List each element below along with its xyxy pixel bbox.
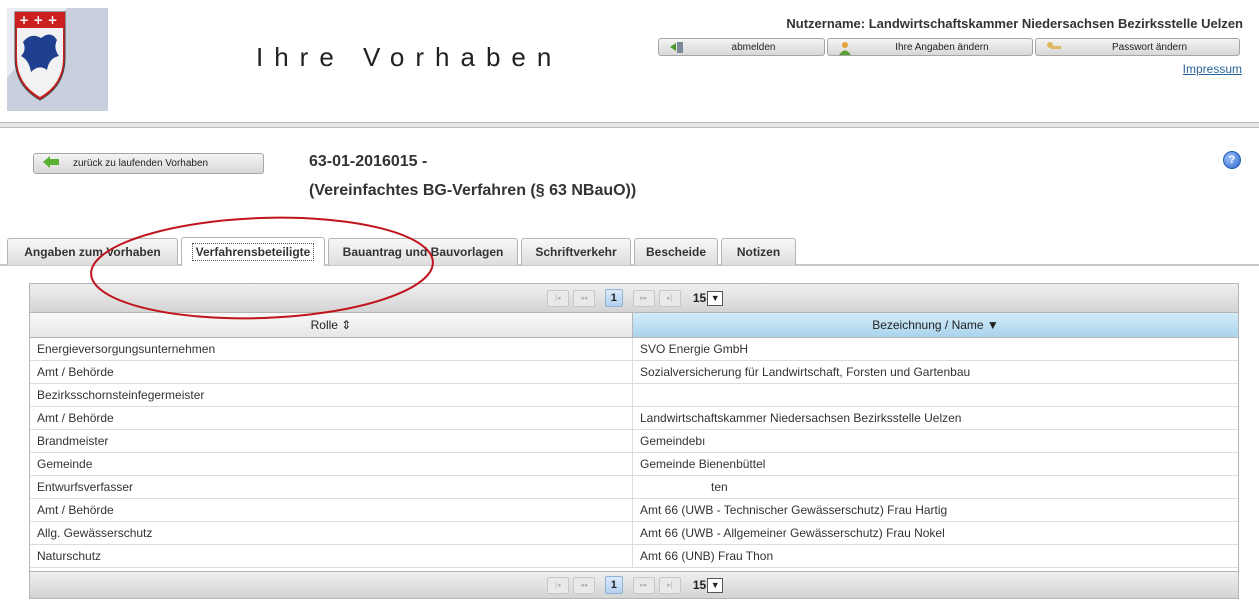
tab-label: Verfahrensbeteiligte	[191, 243, 315, 261]
role-cell: Brandmeister	[30, 429, 633, 453]
header-divider	[0, 122, 1259, 128]
edit-profile-label: Ihre Angaben ändern	[895, 41, 989, 53]
impressum-link[interactable]: Impressum	[1183, 62, 1242, 76]
chevron-down-icon: ▼	[707, 577, 724, 593]
column-header-name[interactable]: Bezeichnung / Name ▼	[632, 313, 1238, 338]
tab-label: Schriftverkehr	[535, 245, 617, 259]
role-cell: Gemeinde	[30, 452, 633, 476]
page-size-select[interactable]: 15 ▼	[692, 290, 724, 306]
page-title: Ihre Vorhaben	[256, 42, 563, 72]
tab-notes[interactable]: Notizen	[721, 238, 796, 265]
tab-building-application[interactable]: Bauantrag und Bauvorlagen	[328, 238, 518, 265]
tab-label: Angaben zum Vorhaben	[24, 245, 161, 259]
table-row[interactable]: Bezirksschornsteinfegermeister	[30, 383, 1238, 407]
tab-decisions[interactable]: Bescheide	[634, 238, 718, 265]
tab-project-details[interactable]: Angaben zum Vorhaben	[7, 238, 178, 265]
table-row[interactable]: Naturschutz Amt 66 (UNB) Frau Thon	[30, 544, 1238, 568]
procedure-type: (Vereinfachtes BG-Verfahren (§ 63 NBauO)…	[309, 182, 637, 199]
prev-page-button[interactable]: ◂◂	[572, 576, 595, 594]
chevron-down-icon: ▼	[707, 290, 724, 306]
table-row[interactable]: Brandmeister Gemeindebı	[30, 429, 1238, 453]
role-cell: Bezirksschornsteinfegermeister	[30, 383, 633, 407]
first-page-button[interactable]: |◂	[546, 289, 569, 307]
name-cell	[632, 383, 1238, 407]
username-label: Nutzername: Landwirtschaftskammer Nieder…	[786, 16, 1243, 31]
page-size-select[interactable]: 15 ▼	[692, 577, 724, 593]
column-header-role[interactable]: Rolle ⇕	[30, 313, 633, 338]
table-row[interactable]: Entwurfsverfasser ten	[30, 475, 1238, 499]
back-arrow-icon	[43, 156, 59, 171]
name-cell: Amt 66 (UWB - Technischer Gewässerschutz…	[632, 498, 1238, 522]
participants-grid: |◂ ◂◂ 1 ▸▸ ▸| 15 ▼ Rolle ⇕ Bezeichnung /…	[29, 283, 1239, 599]
tab-label: Notizen	[736, 245, 781, 259]
current-page[interactable]: 1	[604, 576, 623, 594]
table-row[interactable]: Amt / Behörde Amt 66 (UWB - Technischer G…	[30, 498, 1238, 522]
role-cell: Entwurfsverfasser	[30, 475, 633, 499]
first-page-button[interactable]: |◂	[546, 576, 569, 594]
svg-text:+ + +: + + +	[19, 13, 58, 27]
role-cell: Amt / Behörde	[30, 498, 633, 522]
change-password-label: Passwort ändern	[1111, 41, 1188, 53]
page-size-value: 15	[692, 291, 707, 305]
help-icon[interactable]: ?	[1223, 151, 1241, 169]
coat-of-arms-logo: + + +	[7, 8, 108, 111]
tab-label: Bauantrag und Bauvorlagen	[342, 245, 504, 259]
participants-table: Rolle ⇕ Bezeichnung / Name ▼ Energievers…	[30, 313, 1238, 568]
name-cell: ten	[632, 475, 1238, 499]
current-page[interactable]: 1	[604, 289, 623, 307]
name-cell: Amt 66 (UNB) Frau Thon	[632, 544, 1238, 568]
table-row[interactable]: Energieversorgungsunternehmen SVO Energie…	[30, 337, 1238, 361]
last-page-button[interactable]: ▸|	[658, 289, 681, 307]
back-to-projects-label: zurück zu laufenden Vorhaben	[73, 158, 209, 169]
user-icon	[838, 41, 852, 58]
name-cell: Landwirtschaftskammer Niedersachsen Bezi…	[632, 406, 1238, 430]
change-password-button[interactable]: Passwort ändern	[1035, 38, 1240, 56]
tab-label: Bescheide	[645, 245, 707, 259]
table-header-row: Rolle ⇕ Bezeichnung / Name ▼	[30, 313, 1238, 338]
table-row[interactable]: Allg. Gewässerschutz Amt 66 (UWB - Allgem…	[30, 521, 1238, 545]
page-size-value: 15	[692, 578, 707, 592]
table-row[interactable]: Amt / Behörde Landwirtschaftskammer Niede…	[30, 406, 1238, 430]
role-cell: Energieversorgungsunternehmen	[30, 337, 633, 361]
next-page-button[interactable]: ▸▸	[632, 576, 655, 594]
role-cell: Naturschutz	[30, 544, 633, 568]
prev-page-button[interactable]: ◂◂	[572, 289, 595, 307]
table-row[interactable]: Gemeinde Gemeinde Bienenbüttel	[30, 452, 1238, 476]
role-cell: Amt / Behörde	[30, 406, 633, 430]
key-icon	[1046, 41, 1062, 56]
next-page-button[interactable]: ▸▸	[632, 289, 655, 307]
name-cell: Sozialversicherung für Landwirtschaft, F…	[632, 360, 1238, 384]
edit-profile-button[interactable]: Ihre Angaben ändern	[827, 38, 1033, 56]
name-cell: SVO Energie GmbH	[632, 337, 1238, 361]
last-page-button[interactable]: ▸|	[658, 576, 681, 594]
project-id: 63-01-2016015 -	[309, 153, 428, 170]
pager-top: |◂ ◂◂ 1 ▸▸ ▸| 15 ▼	[30, 284, 1238, 313]
table-row[interactable]: Amt / Behörde Sozialversicherung für Land…	[30, 360, 1238, 384]
logout-icon	[669, 41, 685, 57]
name-cell: Gemeinde Bienenbüttel	[632, 452, 1238, 476]
logout-button[interactable]: abmelden	[658, 38, 825, 56]
tab-participants[interactable]: Verfahrensbeteiligte	[181, 237, 325, 266]
pager-bottom: |◂ ◂◂ 1 ▸▸ ▸| 15 ▼	[30, 571, 1238, 598]
name-cell: Gemeindebı	[632, 429, 1238, 453]
role-cell: Allg. Gewässerschutz	[30, 521, 633, 545]
name-cell: Amt 66 (UWB - Allgemeiner Gewässerschutz…	[632, 521, 1238, 545]
back-to-projects-button[interactable]: zurück zu laufenden Vorhaben	[33, 153, 264, 174]
role-cell: Amt / Behörde	[30, 360, 633, 384]
tab-correspondence[interactable]: Schriftverkehr	[521, 238, 631, 265]
